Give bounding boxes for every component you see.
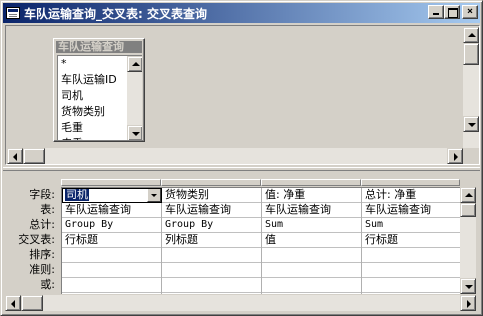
table-pane: 车队运输查询 * 车队运输ID 司机 货物类别 毛重 皮重 <box>5 25 480 165</box>
row-label-sort: 排序: <box>29 248 55 261</box>
column-selector-bar <box>61 179 460 186</box>
table-cell[interactable]: 车队运输查询 <box>162 203 261 218</box>
table-pane-vertical-scrollbar[interactable] <box>463 27 479 148</box>
minimize-button[interactable] <box>428 5 444 19</box>
window-title: 车队运输查询_交叉表: 交叉表查询 <box>24 6 207 21</box>
design-grid-pane: 字段: 表: 总计: 交叉表: 排序: 准则: 或: 司机 车队运输查询 Gro… <box>5 173 480 313</box>
grid-scroll-right-button[interactable] <box>460 295 476 311</box>
table-pane-scroll-up-button[interactable] <box>463 27 479 43</box>
column-selector-1[interactable] <box>61 179 161 186</box>
total-cell[interactable]: Group By <box>162 218 261 233</box>
field-cell[interactable]: 值: 净重 <box>262 188 361 203</box>
table-pane-scroll-left-button[interactable] <box>7 148 23 164</box>
criteria-cell[interactable] <box>62 263 161 278</box>
scroll-right-arrow-icon <box>467 300 471 308</box>
column-selector-4[interactable] <box>361 179 460 186</box>
table-pane-horizontal-scrollbar[interactable] <box>7 148 463 164</box>
column-selector-2[interactable] <box>161 179 261 186</box>
or-cell[interactable] <box>262 278 361 293</box>
query-design-window: 车队运输查询_交叉表: 交叉表查询 × 车队运输查询 * 车队运输ID 司机 货… <box>0 0 483 316</box>
grid-scroll-up-button[interactable] <box>460 187 476 203</box>
sort-cell[interactable] <box>362 248 460 263</box>
table-cell[interactable]: 车队运输查询 <box>62 203 161 218</box>
title-bar[interactable]: 车队运输查询_交叉表: 交叉表查询 × <box>3 3 480 23</box>
grid-column-4: 总计: 净重 车队运输查询 Sum 行标题 <box>362 188 460 294</box>
grid-scroll-left-button[interactable] <box>5 295 21 311</box>
field-list[interactable]: * 车队运输ID 司机 货物类别 毛重 皮重 <box>57 55 142 140</box>
table-pane-scroll-right-button[interactable] <box>447 148 463 164</box>
pane-splitter[interactable] <box>3 167 480 171</box>
design-grid-vertical-scrollbar[interactable] <box>460 187 476 294</box>
scroll-left-arrow-icon <box>13 153 17 161</box>
scroll-up-arrow-icon <box>468 33 476 37</box>
total-cell[interactable]: Group By <box>62 218 161 233</box>
field-cell[interactable]: 总计: 净重 <box>362 188 460 203</box>
crosstab-cell[interactable]: 行标题 <box>362 233 460 248</box>
table-cell[interactable]: 车队运输查询 <box>362 203 460 218</box>
field-combo-value[interactable]: 司机 <box>65 188 89 201</box>
sort-cell[interactable] <box>262 248 361 263</box>
close-button[interactable]: × <box>462 5 478 19</box>
row-label-or: 或: <box>40 278 55 291</box>
field-list-scrollbar[interactable] <box>127 56 142 140</box>
sort-cell[interactable] <box>62 248 161 263</box>
grid-scroll-down-button[interactable] <box>460 278 476 294</box>
scroll-up-arrow-icon <box>465 193 473 197</box>
row-label-criteria: 准则: <box>29 263 55 276</box>
or-cell[interactable] <box>362 278 460 293</box>
grid-horizontal-thumb[interactable] <box>21 295 43 311</box>
grid-row-labels: 字段: 表: 总计: 交叉表: 排序: 准则: 或: <box>5 187 61 292</box>
scroll-left-arrow-icon <box>11 300 15 308</box>
design-grid-horizontal-scrollbar[interactable] <box>5 295 476 311</box>
maximize-button[interactable] <box>444 5 460 19</box>
field-list-scroll-up-button[interactable] <box>127 56 142 72</box>
table-pane-horizontal-thumb[interactable] <box>23 148 45 164</box>
table-pane-vertical-thumb[interactable] <box>463 43 479 65</box>
crosstab-cell[interactable]: 值 <box>262 233 361 248</box>
row-label-table: 表: <box>40 203 55 216</box>
row-label-field: 字段: <box>29 188 55 201</box>
or-cell[interactable] <box>62 278 161 293</box>
or-cell[interactable] <box>162 278 261 293</box>
grid-vertical-thumb[interactable] <box>460 203 476 217</box>
design-grid[interactable]: 司机 车队运输查询 Group By 行标题 货物类别 车队运输查询 Group… <box>61 187 460 294</box>
window-controls: × <box>428 5 478 19</box>
scroll-down-arrow-icon <box>132 132 140 136</box>
field-combo-cell[interactable]: 司机 <box>62 188 161 203</box>
field-cell[interactable]: 货物类别 <box>162 188 261 203</box>
field-list-table-box[interactable]: 车队运输查询 * 车队运输ID 司机 货物类别 毛重 皮重 <box>53 38 145 142</box>
total-cell[interactable]: Sum <box>362 218 460 233</box>
column-selector-3[interactable] <box>261 179 361 186</box>
dropdown-arrow-icon[interactable] <box>147 188 161 202</box>
table-pane-canvas[interactable]: 车队运输查询 * 车队运输ID 司机 货物类别 毛重 皮重 <box>7 27 463 148</box>
scroll-right-arrow-icon <box>454 153 458 161</box>
crosstab-cell[interactable]: 行标题 <box>62 233 161 248</box>
crosstab-cell[interactable]: 列标题 <box>162 233 261 248</box>
grid-column-2: 货物类别 车队运输查询 Group By 列标题 <box>162 188 262 294</box>
scroll-down-arrow-icon <box>465 285 473 289</box>
total-cell[interactable]: Sum <box>262 218 361 233</box>
row-label-total: 总计: <box>29 218 55 231</box>
grid-column-3: 值: 净重 车队运输查询 Sum 值 <box>262 188 362 294</box>
row-label-crosstab: 交叉表: <box>18 233 55 246</box>
scroll-down-arrow-icon <box>468 123 476 127</box>
query-window-icon[interactable] <box>6 7 20 19</box>
grid-column-1: 司机 车队运输查询 Group By 行标题 <box>62 188 162 294</box>
scroll-up-arrow-icon <box>132 62 140 66</box>
field-list-scroll-down-button[interactable] <box>127 125 142 140</box>
table-cell[interactable]: 车队运输查询 <box>262 203 361 218</box>
criteria-cell[interactable] <box>262 263 361 278</box>
table-pane-scroll-down-button[interactable] <box>463 116 479 132</box>
sort-cell[interactable] <box>162 248 261 263</box>
criteria-cell[interactable] <box>162 263 261 278</box>
criteria-cell[interactable] <box>362 263 460 278</box>
field-list-title[interactable]: 车队运输查询 <box>56 41 142 53</box>
